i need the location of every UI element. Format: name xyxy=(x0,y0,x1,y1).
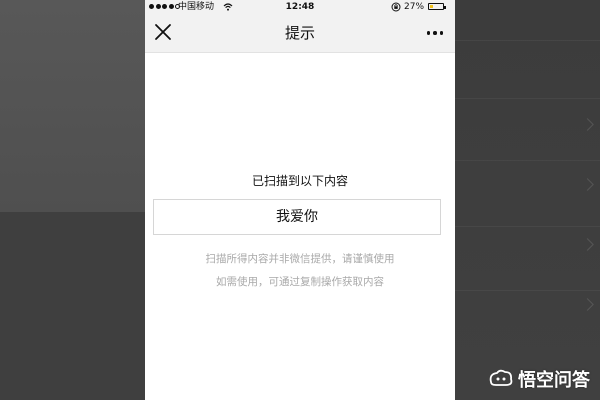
battery-level-fill xyxy=(430,5,434,8)
ghost-chevron-icon xyxy=(581,178,594,191)
notice-text: 扫描所得内容并非微信提供，请谨慎使用 如需使用，可通过复制操作获取内容 xyxy=(145,248,455,294)
battery-percent: 27% xyxy=(404,2,425,12)
more-icon xyxy=(426,31,431,35)
phone-screen: 中国移动 12:48 27% 提示 已扫描到以下内容 我爱你 扫描所得内容并非微… xyxy=(145,0,455,400)
ghost-divider xyxy=(455,40,600,41)
ghost-chevron-icon xyxy=(581,298,594,311)
notice-line-2: 如需使用，可通过复制操作获取内容 xyxy=(216,276,384,288)
watermark-text: 悟空问答 xyxy=(518,370,590,391)
status-bar: 中国移动 12:48 27% xyxy=(145,0,455,14)
ghost-divider xyxy=(455,98,600,99)
ghost-divider xyxy=(455,160,600,161)
wukong-logo-icon xyxy=(489,369,513,386)
rotation-lock-icon xyxy=(391,0,401,14)
scanned-content-box[interactable]: 我爱你 xyxy=(153,199,441,235)
watermark: 悟空问答 xyxy=(488,366,590,392)
ghost-chevron-icon xyxy=(581,238,594,251)
more-options-button[interactable] xyxy=(423,22,447,44)
background-blur-left-top xyxy=(0,0,150,212)
notice-line-1: 扫描所得内容并非微信提供，请谨慎使用 xyxy=(205,253,395,265)
navigation-bar: 提示 xyxy=(145,14,455,53)
ghost-divider xyxy=(455,226,600,227)
ghost-chevron-icon xyxy=(581,118,594,131)
page-title: 提示 xyxy=(284,24,315,42)
background-blur-left-bottom xyxy=(0,212,150,400)
ghost-divider xyxy=(455,290,600,291)
background-blur-right xyxy=(455,0,600,400)
battery-icon xyxy=(428,3,446,10)
scan-result-label: 已扫描到以下内容 xyxy=(251,174,348,188)
